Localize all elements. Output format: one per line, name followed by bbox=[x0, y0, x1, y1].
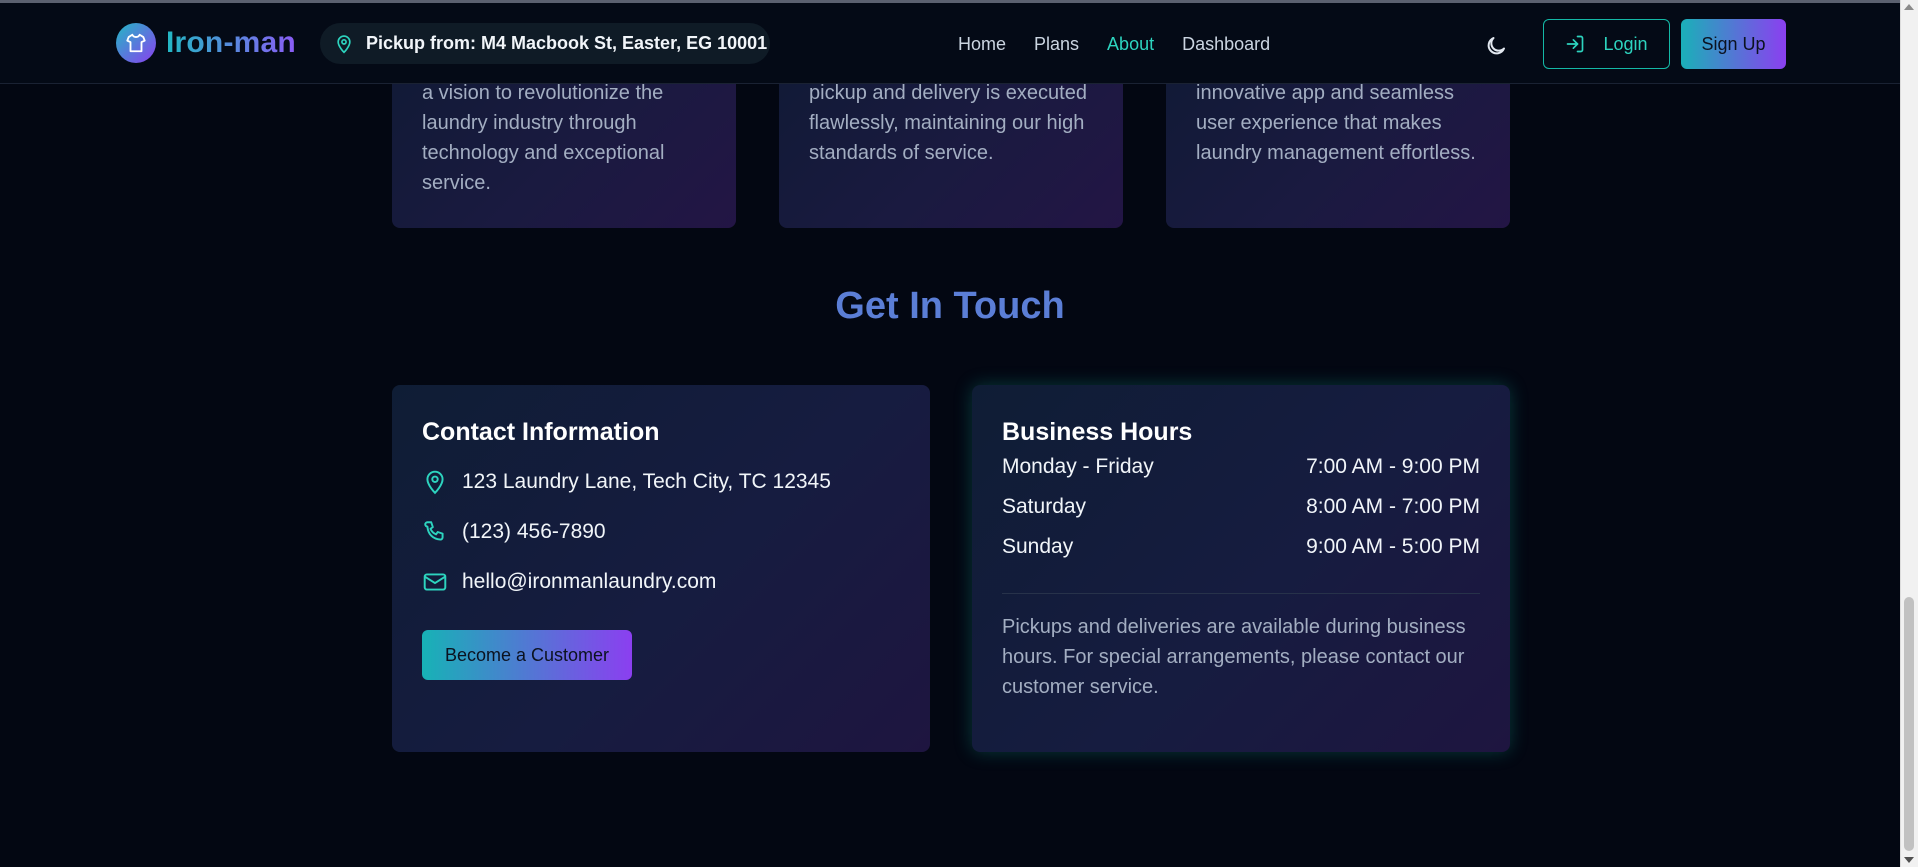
nav-link-home[interactable]: Home bbox=[958, 34, 1006, 55]
become-customer-button[interactable]: Become a Customer bbox=[422, 630, 632, 680]
contact-card-title: Contact Information bbox=[422, 418, 660, 446]
scroll-up-arrow-icon[interactable] bbox=[1904, 4, 1914, 10]
brand[interactable]: Iron-man bbox=[116, 23, 296, 63]
hours-time: 9:00 AM - 5:00 PM bbox=[1306, 535, 1480, 558]
mail-icon bbox=[423, 573, 447, 591]
signup-label: Sign Up bbox=[1701, 33, 1766, 54]
hours-day: Saturday bbox=[1002, 495, 1087, 518]
map-pin-icon bbox=[337, 34, 351, 54]
contact-email-row: hello@ironmanlaundry.com bbox=[422, 567, 900, 597]
contact-address: 123 Laundry Lane, Tech City, TC 12345 bbox=[462, 470, 831, 493]
brand-name: Iron-man bbox=[166, 26, 296, 59]
hours-time: 7:00 AM - 9:00 PM bbox=[1306, 455, 1480, 478]
phone-icon bbox=[424, 521, 444, 541]
signup-button[interactable]: Sign Up bbox=[1681, 19, 1786, 69]
about-card-text: innovative app and seamless user experie… bbox=[1196, 82, 1476, 164]
nav-link-plans[interactable]: Plans bbox=[1034, 34, 1079, 55]
scrollbar-thumb[interactable] bbox=[1904, 597, 1914, 851]
map-pin-icon bbox=[426, 470, 444, 495]
moon-icon bbox=[1487, 37, 1505, 55]
about-card-text: pickup and delivery is executed flawless… bbox=[809, 82, 1087, 164]
main-nav: Home Plans About Dashboard bbox=[958, 34, 1298, 55]
contact-phone[interactable]: (123) 456-7890 bbox=[462, 520, 606, 544]
contact-phone-row: (123) 456-7890 bbox=[422, 517, 900, 547]
hours-day: Sunday bbox=[1002, 535, 1074, 558]
business-hours-card: Business Hours Monday - Friday 7:00 AM -… bbox=[972, 385, 1510, 752]
nav-link-dashboard[interactable]: Dashboard bbox=[1182, 34, 1270, 55]
become-customer-label: Become a Customer bbox=[444, 644, 610, 665]
hours-row: Sunday 9:00 AM - 5:00 PM bbox=[1002, 527, 1480, 567]
contact-email[interactable]: hello@ironmanlaundry.com bbox=[462, 570, 716, 594]
pickup-location[interactable]: Pickup from: M4 Macbook St, Easter, EG 1… bbox=[320, 23, 770, 64]
hours-time: 8:00 AM - 7:00 PM bbox=[1306, 495, 1480, 518]
about-card-text: a vision to revolutionize the laundry in… bbox=[422, 82, 665, 194]
scroll-down-arrow-icon[interactable] bbox=[1904, 857, 1914, 863]
theme-toggle-button[interactable] bbox=[1484, 34, 1508, 58]
contact-card: Contact Information 123 Laundry Lane, Te… bbox=[392, 385, 930, 752]
hours-note: Pickups and deliveries are available dur… bbox=[1002, 616, 1466, 698]
navbar: Iron-man Pickup from: M4 Macbook St, Eas… bbox=[0, 3, 1900, 84]
shirt-icon bbox=[116, 23, 156, 63]
nav-link-about[interactable]: About bbox=[1107, 34, 1154, 55]
divider bbox=[1002, 593, 1480, 594]
section-title: Get In Touch bbox=[835, 285, 1065, 327]
contact-address-row: 123 Laundry Lane, Tech City, TC 12345 bbox=[422, 467, 900, 497]
hours-row: Monday - Friday 7:00 AM - 9:00 PM bbox=[1002, 447, 1480, 487]
hours-row: Saturday 8:00 AM - 7:00 PM bbox=[1002, 487, 1480, 527]
login-button[interactable]: Login bbox=[1543, 19, 1670, 69]
hours-day: Monday - Friday bbox=[1002, 455, 1154, 478]
business-hours-title: Business Hours bbox=[1002, 418, 1193, 446]
log-in-icon bbox=[1567, 35, 1584, 53]
login-label: Login bbox=[1603, 33, 1648, 54]
pickup-address: Pickup from: M4 Macbook St, Easter, EG 1… bbox=[366, 33, 768, 53]
